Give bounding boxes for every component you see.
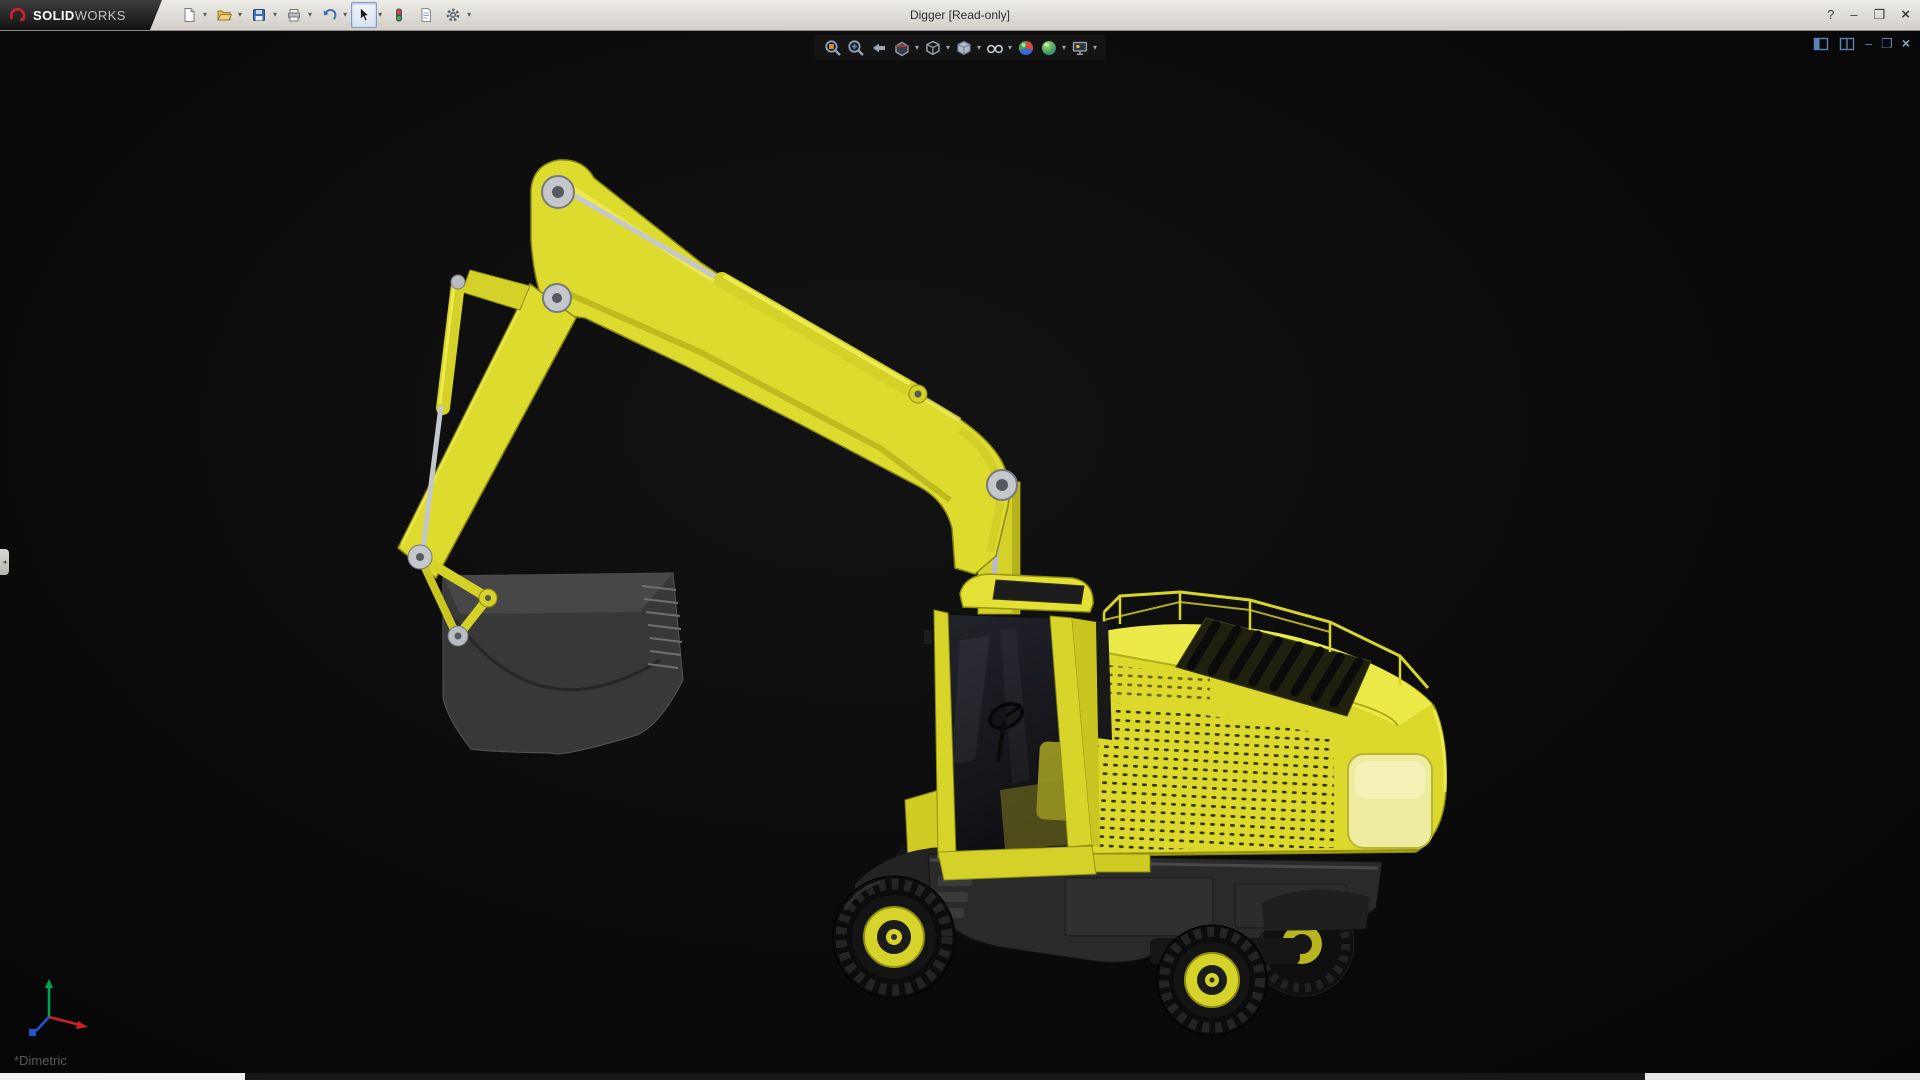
rebuild-icon [391, 7, 407, 23]
side-mirror [924, 630, 932, 644]
quick-access-toolbar: ▾ ▾ ▾ ▾ [176, 2, 474, 28]
zoom-to-fit-icon [823, 39, 841, 57]
zoom-to-fit-button[interactable] [822, 37, 843, 58]
close-document-button[interactable]: × [1902, 35, 1910, 52]
graphics-area[interactable]: ▾ ▾ ▾ ▾ [0, 31, 1920, 1073]
dropdown-arrow-icon[interactable]: ▾ [977, 37, 981, 58]
new-document-icon [181, 7, 197, 23]
view-settings-icon [1071, 39, 1089, 57]
close-window-button[interactable]: × [1901, 0, 1910, 30]
boom-arm[interactable] [531, 160, 1009, 574]
zoom-to-area-button[interactable] [845, 37, 866, 58]
dropdown-arrow-icon[interactable]: ▾ [946, 37, 950, 58]
titlebar-window-controls: ? – ❐ × [1827, 0, 1910, 30]
view-settings-button[interactable] [1069, 37, 1090, 58]
file-properties-icon [418, 7, 434, 23]
edit-appearance-sphere-icon [1017, 39, 1035, 57]
bottom-strip-right [1645, 1073, 1920, 1080]
save-button[interactable] [246, 2, 272, 28]
dropdown-arrow-icon[interactable]: ▾ [378, 3, 382, 27]
dropdown-arrow-icon[interactable]: ▾ [1008, 37, 1012, 58]
split-view-toggle-button[interactable] [1839, 35, 1856, 52]
digger-model[interactable] [0, 31, 1920, 1073]
previous-view-button[interactable] [868, 37, 889, 58]
bottom-edge-strip [0, 1073, 1920, 1080]
view-orientation-button[interactable] [922, 37, 943, 58]
dropdown-arrow-icon[interactable]: ▾ [203, 3, 207, 27]
brand-text-light: WORKS [75, 8, 126, 23]
minimize-document-button[interactable]: – [1865, 35, 1872, 52]
titlebar: SOLIDWORKS ▾ ▾ ▾ [0, 0, 1920, 31]
front-wheel[interactable] [833, 876, 955, 998]
section-view-icon [892, 39, 910, 57]
solidworks-menu-logo[interactable]: SOLIDWORKS [0, 0, 162, 30]
open-button[interactable] [211, 2, 237, 28]
brand-text: SOLIDWORKS [33, 8, 126, 23]
brand-text-bold: SOLID [33, 8, 75, 23]
file-properties-button[interactable] [413, 2, 439, 28]
bottom-strip-middle [245, 1073, 1645, 1080]
dropdown-arrow-icon[interactable]: ▾ [273, 3, 277, 27]
feature-pane-toggle-button[interactable] [1813, 35, 1830, 52]
section-view-button[interactable] [891, 37, 912, 58]
rebuild-button[interactable] [386, 2, 412, 28]
hide-show-items-button[interactable] [984, 37, 1005, 58]
3ds-logo-icon [8, 5, 28, 25]
triad-x-axis [76, 1021, 88, 1029]
view-orientation-label: *Dimetric [14, 1053, 67, 1068]
new-document-button[interactable] [176, 2, 202, 28]
print-button[interactable] [281, 2, 307, 28]
dropdown-arrow-icon[interactable]: ▾ [467, 3, 471, 27]
dropdown-arrow-icon[interactable]: ▾ [308, 3, 312, 27]
dropdown-arrow-icon[interactable]: ▾ [1093, 37, 1097, 58]
undo-button[interactable] [316, 2, 342, 28]
triad-z-axis [29, 1029, 36, 1036]
display-style-icon [954, 39, 972, 57]
heads-up-view-toolbar: ▾ ▾ ▾ ▾ [814, 35, 1106, 60]
view-orientation-cube-icon [923, 39, 941, 57]
select-button[interactable] [351, 2, 377, 28]
cab[interactable] [924, 574, 1100, 880]
previous-view-icon [869, 39, 887, 57]
undo-icon [321, 7, 337, 23]
triad-y-axis [45, 979, 53, 988]
edit-appearance-button[interactable] [1015, 37, 1036, 58]
options-gear-icon [445, 7, 461, 23]
dropdown-arrow-icon[interactable]: ▾ [238, 3, 242, 27]
window-title: Digger [Read-only] [910, 8, 1010, 22]
save-icon [251, 7, 267, 23]
engine-housing[interactable] [1078, 592, 1446, 872]
print-icon [286, 7, 302, 23]
maximize-window-button[interactable]: ❐ [1874, 0, 1886, 30]
dropdown-arrow-icon[interactable]: ▾ [915, 37, 919, 58]
minimize-window-button[interactable]: – [1850, 0, 1857, 30]
open-folder-icon [216, 7, 232, 23]
zoom-to-area-icon [846, 39, 864, 57]
apply-scene-globe-icon [1040, 39, 1058, 57]
bottom-strip-left [0, 1073, 245, 1080]
dropdown-arrow-icon[interactable]: ▾ [343, 3, 347, 27]
split-view-icon [1839, 36, 1855, 52]
rear-wheel[interactable] [1157, 925, 1267, 1035]
restore-document-button[interactable]: ❐ [1881, 35, 1893, 52]
select-cursor-icon [356, 7, 372, 23]
help-button[interactable]: ? [1827, 0, 1834, 30]
orientation-triad [14, 975, 98, 1047]
apply-scene-button[interactable] [1038, 37, 1059, 58]
options-button[interactable] [440, 2, 466, 28]
hide-show-glasses-icon [986, 39, 1004, 57]
document-window-controls: – ❐ × [1813, 35, 1910, 52]
display-style-button[interactable] [953, 37, 974, 58]
featuremanager-splitter-tab[interactable]: ◂ [0, 549, 9, 575]
feature-pane-icon [1813, 36, 1829, 52]
dropdown-arrow-icon[interactable]: ▾ [1062, 37, 1066, 58]
